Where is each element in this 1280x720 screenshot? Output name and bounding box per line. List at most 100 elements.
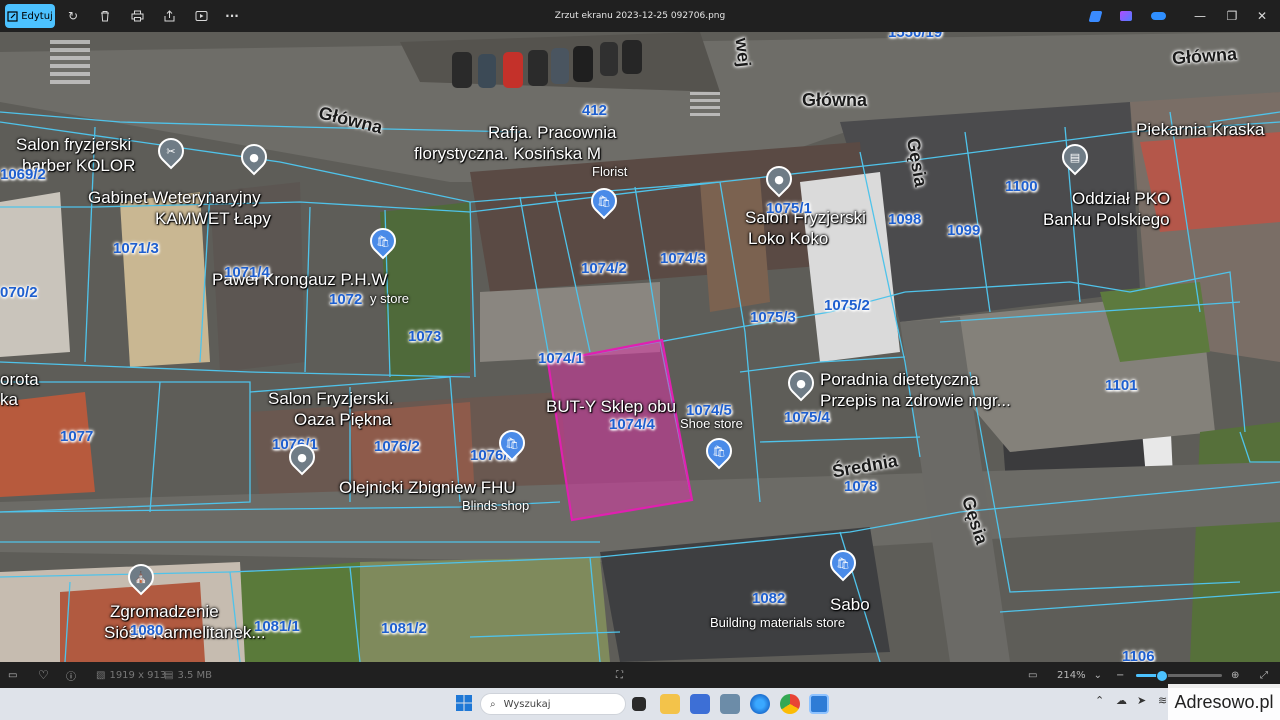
place-vet-name: KAMWET Łapy bbox=[155, 209, 271, 228]
edit-button[interactable]: Edytuj bbox=[5, 4, 55, 28]
parcel-1075-3: 1075/3 bbox=[750, 309, 796, 326]
designer-icon[interactable] bbox=[1117, 4, 1135, 28]
title-bar: Edytuj ↻ ··· Zrzut ekranu 2023-12-25 092… bbox=[0, 0, 1280, 32]
parcel-1106: 1106 bbox=[1122, 648, 1155, 662]
parcel-1074-1: 1074/1 bbox=[538, 350, 584, 367]
street-wej: wej bbox=[731, 36, 755, 68]
clipchamp-icon[interactable] bbox=[1086, 4, 1104, 28]
parcel-1070-2: 070/2 bbox=[0, 284, 38, 301]
place-piekarnia: Piekarnia Kraska bbox=[1136, 120, 1265, 139]
zoom-slider-thumb[interactable] bbox=[1156, 669, 1168, 682]
place-poradnia: Poradnia dietetyczna bbox=[820, 370, 979, 389]
chrome-icon[interactable] bbox=[780, 694, 800, 714]
print-icon[interactable] bbox=[127, 4, 147, 28]
taskbar-search[interactable]: ⌕ Wyszukaj bbox=[480, 693, 626, 715]
place-poradnia-name: Przepis na zdrowie mgr... bbox=[820, 391, 1011, 410]
parcel-1074-5: 1074/5 bbox=[686, 402, 732, 419]
filesize-label: ▤ 3.5 MB bbox=[164, 662, 212, 688]
edge-icon[interactable] bbox=[750, 694, 770, 714]
watermark-logo: Adresowo.pl bbox=[1168, 684, 1280, 720]
cloud-icon[interactable]: ☁ bbox=[1116, 694, 1136, 714]
place-rafja: Rafja. Pracownia bbox=[488, 123, 617, 142]
dimensions-icon: ▧ bbox=[96, 669, 106, 681]
zoom-level[interactable]: 214% ⌄ bbox=[1057, 662, 1102, 688]
place-pko-name: Banku Polskiego bbox=[1043, 210, 1170, 229]
parcel-1077: 1077 bbox=[60, 428, 94, 445]
parcel-1078: 1078 bbox=[844, 478, 878, 495]
maximize-icon[interactable]: ❐ bbox=[1222, 4, 1242, 28]
task-view-icon[interactable] bbox=[632, 697, 646, 711]
favorite-icon[interactable]: ♡ bbox=[38, 662, 49, 688]
place-sabo-type: Building materials store bbox=[710, 615, 846, 630]
close-icon[interactable]: ✕ bbox=[1252, 4, 1272, 28]
slideshow-icon[interactable] bbox=[191, 4, 211, 28]
status-bar: ▭ ♡ ⓘ ▧ 1919 x 913 ▤ 3.5 MB ⛶ ▭ 214% ⌄ − ⊕ … bbox=[0, 662, 1280, 688]
parcel-1081-2: 1081/2 bbox=[381, 620, 427, 637]
place-loko-name: Loko Koko bbox=[748, 229, 829, 248]
parcel-1074-3: 1074/3 bbox=[660, 250, 706, 267]
place-olejnicki: Olejnicki Zbigniew FHU bbox=[339, 478, 516, 497]
onedrive-icon[interactable] bbox=[1148, 4, 1168, 28]
parcel-1101: 1101 bbox=[1105, 377, 1138, 394]
place-buty: BUT-Y Sklep obu bbox=[546, 397, 677, 416]
place-zgromadzenie: Zgromadzenie bbox=[110, 602, 219, 621]
calculator-icon[interactable] bbox=[720, 694, 740, 714]
parcel-1075-2: 1075/2 bbox=[824, 297, 870, 314]
place-pko: Oddział PKO bbox=[1072, 189, 1171, 208]
taskbar: ⌕ Wyszukaj ⌃ ☁ ➤ ≋ bbox=[0, 688, 1280, 720]
place-dorota: orota bbox=[0, 370, 39, 389]
parcel-1081-1: 1081/1 bbox=[254, 618, 300, 635]
start-icon[interactable] bbox=[455, 694, 475, 714]
parcel-1069-2: 1069/2 bbox=[0, 166, 46, 183]
fit-icon[interactable]: ⛶ bbox=[616, 662, 623, 688]
minimize-icon[interactable]: — bbox=[1190, 4, 1210, 28]
tray-chevron-icon[interactable]: ⌃ bbox=[1095, 694, 1115, 714]
satellite-background bbox=[0, 32, 1280, 662]
photos-icon[interactable] bbox=[809, 694, 829, 714]
search-icon: ⌕ bbox=[490, 698, 496, 710]
parcel-1550-19: 1550/19 bbox=[888, 32, 943, 41]
file-explorer-icon[interactable] bbox=[660, 694, 680, 714]
delete-icon[interactable] bbox=[95, 4, 115, 28]
edit-label: Edytuj bbox=[21, 10, 53, 22]
info-icon[interactable]: ⓘ bbox=[66, 662, 76, 688]
parcel-1100: 1100 bbox=[1005, 178, 1038, 195]
place-rafja-name: florystyczna. Kosińska M bbox=[414, 144, 602, 163]
place-vet: Gabinet Weterynaryjny bbox=[88, 188, 261, 207]
place-sabo: Sabo bbox=[830, 595, 870, 614]
map-image[interactable]: Główna Główna Główna Gęsia Gęsia Średnia… bbox=[0, 32, 1280, 662]
parcel-1074-4: 1074/4 bbox=[609, 416, 655, 433]
parcel-1080: 1080 bbox=[130, 622, 164, 639]
parcel-1073: 1073 bbox=[408, 328, 442, 345]
store-icon[interactable] bbox=[690, 694, 710, 714]
parcel-1072: 1072 bbox=[329, 291, 363, 308]
parcel-1074-2: 1074/2 bbox=[581, 260, 627, 277]
edit-icon bbox=[7, 10, 18, 22]
parcel-1099: 1099 bbox=[947, 222, 981, 239]
dimensions-value: 1919 x 913 bbox=[109, 669, 167, 681]
place-rafja-type: Florist bbox=[592, 164, 628, 179]
parcel-412: 412 bbox=[582, 102, 608, 119]
actual-size-icon[interactable]: ▭ bbox=[1028, 662, 1037, 688]
parcel-1075-4: 1075/4 bbox=[784, 409, 830, 426]
location-icon[interactable]: ➤ bbox=[1137, 694, 1157, 714]
filesize-value: 3.5 MB bbox=[177, 669, 213, 681]
parcel-1098: 1098 bbox=[888, 211, 922, 228]
place-oaza-name: Oaza Piękna bbox=[294, 410, 392, 429]
zoom-out-icon[interactable]: − bbox=[1116, 662, 1124, 688]
storage-icon: ▤ bbox=[164, 669, 174, 681]
parcel-1076-2: 1076/2 bbox=[374, 438, 420, 455]
parcel-1071-3: 1071/3 bbox=[113, 240, 159, 257]
zoom-value: 214% bbox=[1057, 669, 1086, 681]
more-icon[interactable]: ··· bbox=[222, 4, 242, 28]
place-zgromadzenie-name: Sióstr Karmelitanek... bbox=[104, 623, 266, 642]
rotate-icon[interactable]: ↻ bbox=[63, 4, 83, 28]
filmstrip-icon[interactable]: ▭ bbox=[8, 662, 17, 688]
chevron-down-icon: ⌄ bbox=[1093, 669, 1102, 681]
parcel-1071-4: 1071/4 bbox=[224, 264, 270, 281]
place-pawel-type: y store bbox=[370, 291, 410, 306]
parcel-1082: 1082 bbox=[752, 590, 786, 607]
parcel-1075-1: 1075/1 bbox=[766, 200, 812, 217]
dimensions-label: ▧ 1919 x 913 bbox=[96, 662, 166, 688]
share-icon[interactable] bbox=[159, 4, 179, 28]
